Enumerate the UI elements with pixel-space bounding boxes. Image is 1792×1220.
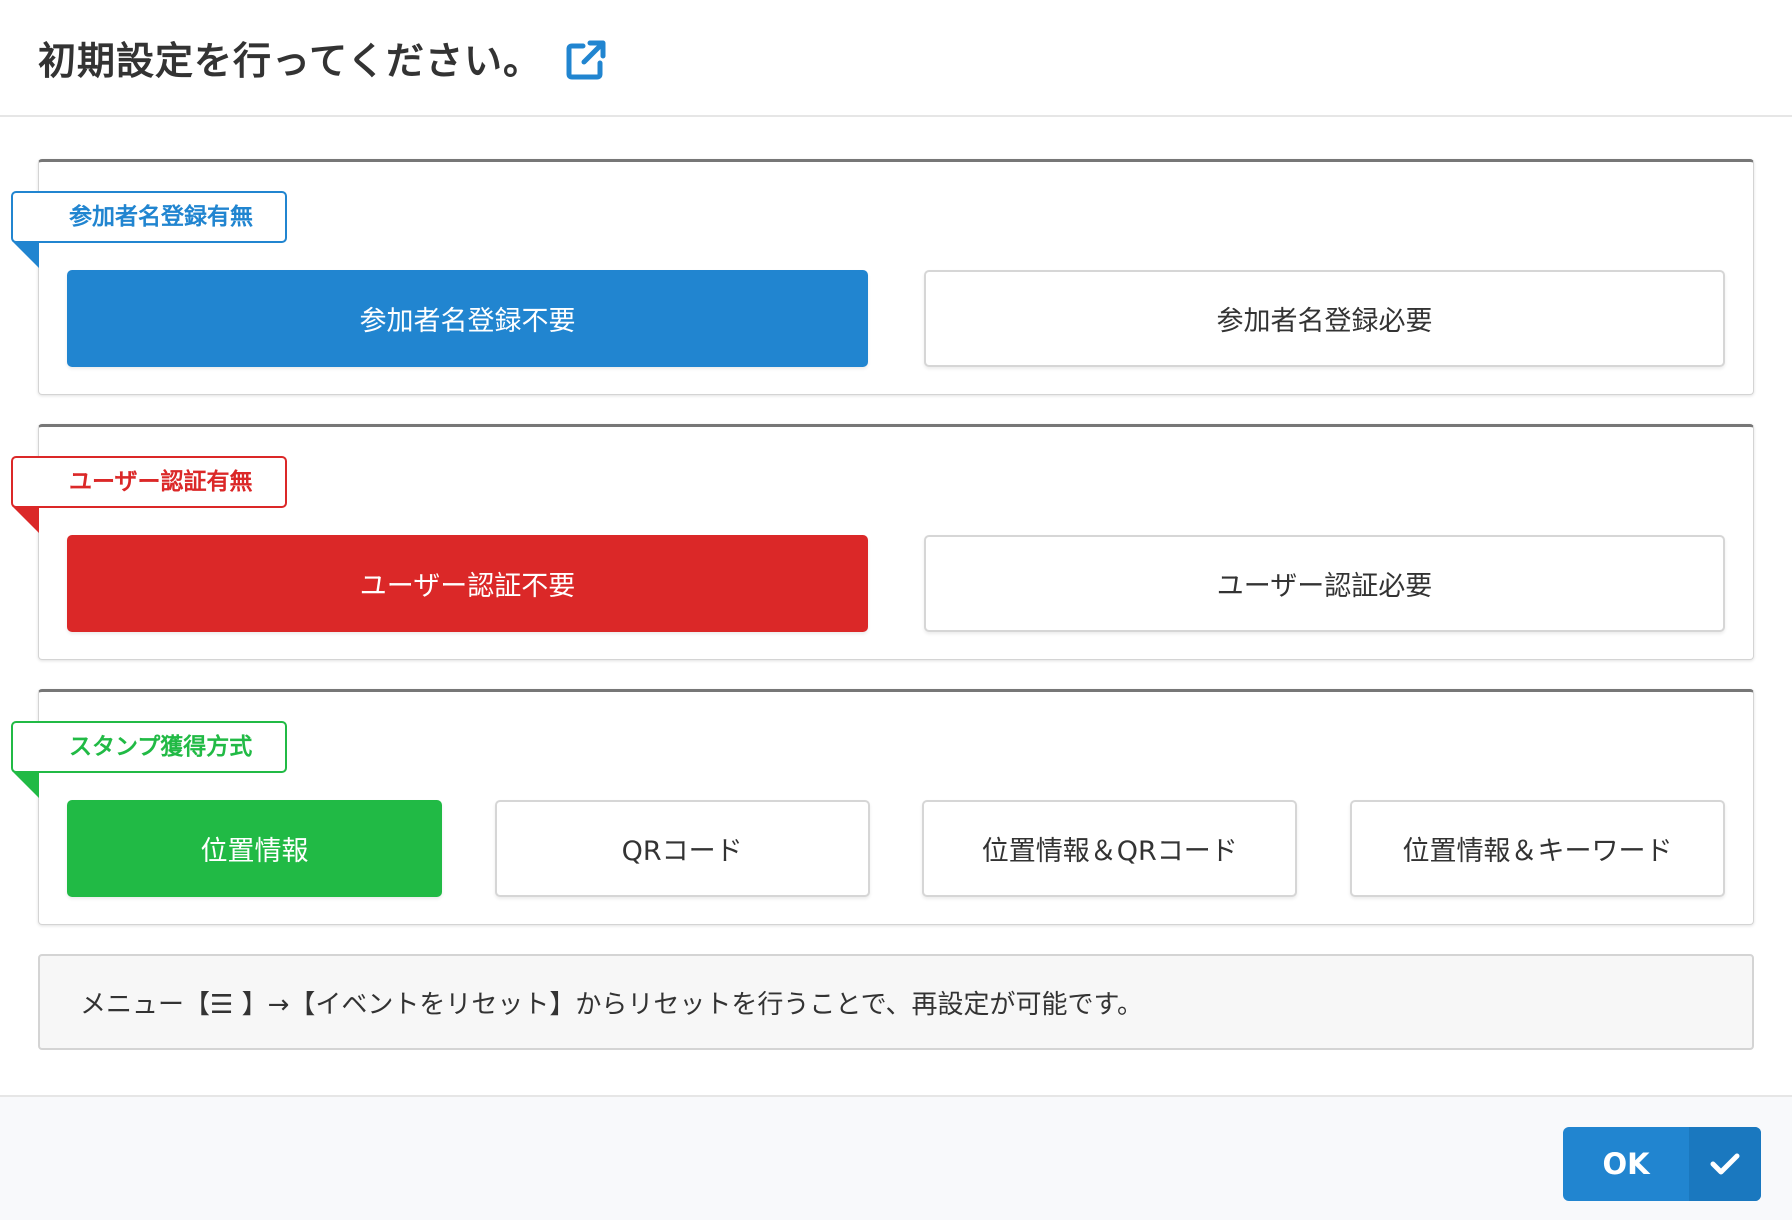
section-label-fold: [12, 506, 39, 533]
section-label-stamp-method: スタンプ獲得方式: [11, 721, 287, 773]
options-stamp-method: 位置情報 QRコード 位置情報＆QRコード 位置情報＆キーワード: [67, 800, 1725, 897]
option-location[interactable]: 位置情報: [67, 800, 442, 897]
options-user-auth: ユーザー認証不要 ユーザー認証必要: [67, 535, 1725, 632]
modal-footer: OK: [0, 1095, 1792, 1220]
option-auth-required[interactable]: ユーザー認証必要: [924, 535, 1725, 632]
modal-header: 初期設定を行ってください。: [0, 0, 1792, 117]
section-participant-registration: 参加者名登録有無 参加者名登録不要 参加者名登録必要: [11, 159, 1754, 395]
ok-button[interactable]: OK: [1563, 1127, 1761, 1201]
section-label-user-auth: ユーザー認証有無: [11, 456, 287, 508]
option-registration-required[interactable]: 参加者名登録必要: [924, 270, 1725, 367]
section-user-auth: ユーザー認証有無 ユーザー認証不要 ユーザー認証必要: [11, 424, 1754, 660]
option-location-keyword[interactable]: 位置情報＆キーワード: [1349, 800, 1725, 897]
checkmark-icon: [1689, 1127, 1761, 1201]
section-stamp-method: スタンプ獲得方式 位置情報 QRコード 位置情報＆QRコード 位置情報＆キーワー…: [11, 689, 1754, 925]
section-label-fold: [12, 771, 39, 798]
modal-content: 参加者名登録有無 参加者名登録不要 参加者名登録必要 ユーザー認証有無 ユーザー…: [0, 117, 1792, 1050]
page-title: 初期設定を行ってください。: [38, 39, 542, 83]
option-auth-not-required[interactable]: ユーザー認証不要: [67, 535, 868, 632]
option-registration-not-required[interactable]: 参加者名登録不要: [67, 270, 868, 367]
section-label-participant-registration: 参加者名登録有無: [11, 191, 287, 243]
external-link-icon[interactable]: [564, 38, 608, 82]
options-participant-registration: 参加者名登録不要 参加者名登録必要: [67, 270, 1725, 367]
section-label-fold: [12, 241, 39, 268]
option-location-qr[interactable]: 位置情報＆QRコード: [922, 800, 1298, 897]
option-qr-code[interactable]: QRコード: [494, 800, 870, 897]
reset-info-message: メニュー【☰ 】→【イベントをリセット】からリセットを行うことで、再設定が可能で…: [38, 954, 1754, 1050]
ok-button-label: OK: [1602, 1147, 1650, 1181]
